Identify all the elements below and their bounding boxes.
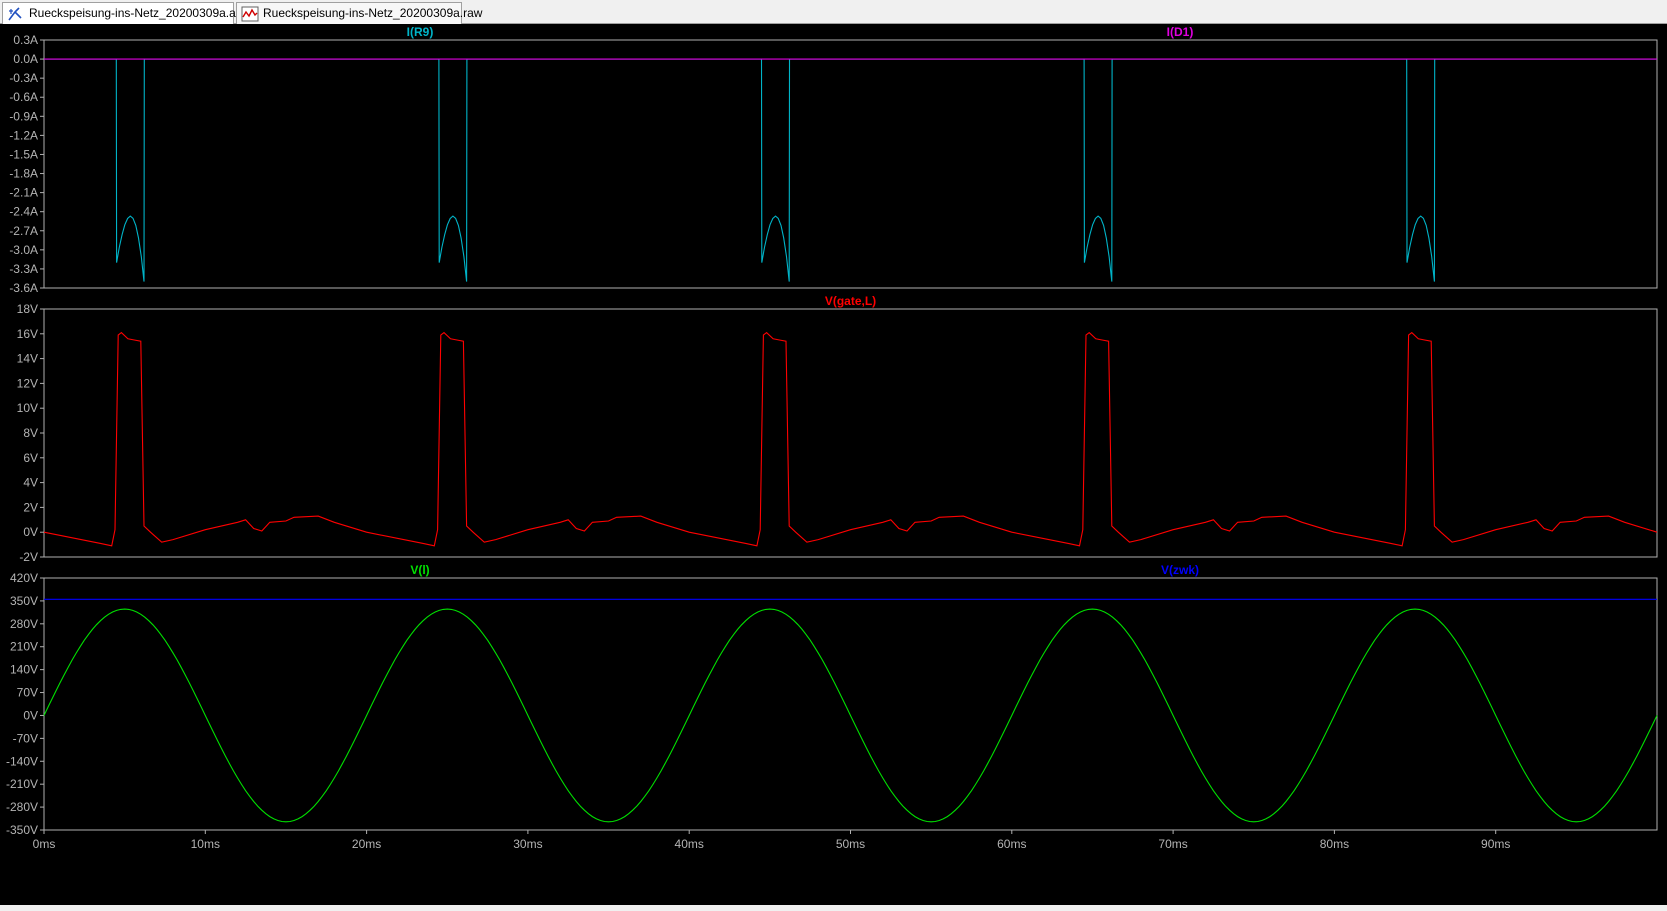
y-tick-label: 0.0A (13, 52, 38, 66)
tab-schematic-file[interactable]: Rueckspeisung-ins-Netz_20200309a.asc (2, 2, 248, 24)
x-tick-label: 70ms (1158, 837, 1187, 851)
y-tick-label: 210V (10, 640, 38, 654)
y-tick-label: -2.7A (9, 224, 38, 238)
tab-label: Rueckspeisung-ins-Netz_20200309a.asc (29, 6, 248, 20)
x-tick-label: 20ms (352, 837, 381, 851)
y-tick-label: -0.9A (9, 109, 38, 123)
y-tick-label: 4V (23, 476, 38, 490)
y-tick-label: 280V (10, 617, 38, 631)
legend-label: I(D1) (1167, 25, 1194, 39)
y-tick-label: -3.6A (9, 281, 38, 295)
plot-pane-1 (43, 39, 1658, 289)
x-tick-label: 40ms (675, 837, 704, 851)
y-tick-label: -0.3A (9, 71, 38, 85)
x-tick-label: 80ms (1320, 837, 1349, 851)
y-tick-label: 6V (23, 451, 38, 465)
y-tick-label: 12V (17, 376, 38, 390)
y-tick-label: -1.8A (9, 167, 38, 181)
legend-label: I(R9) (407, 25, 434, 39)
legend-label: V(zwk) (1161, 563, 1199, 577)
x-tick-label: 60ms (997, 837, 1026, 851)
y-tick-label: -3.0A (9, 243, 38, 257)
y-tick-label: -280V (6, 800, 38, 814)
y-tick-label: 14V (17, 352, 38, 366)
x-tick-label: 50ms (836, 837, 865, 851)
y-tick-label: -70V (13, 731, 38, 745)
y-tick-label: 10V (17, 401, 38, 415)
y-tick-label: 18V (17, 302, 38, 316)
y-tick-label: 140V (10, 663, 38, 677)
waveform-icon (241, 6, 259, 22)
x-tick-label: 30ms (513, 837, 542, 851)
y-tick-label: -1.5A (9, 147, 38, 161)
y-tick-label: -210V (6, 777, 38, 791)
y-tick-label: -140V (6, 754, 38, 768)
y-tick-label: -0.6A (9, 90, 38, 104)
y-tick-label: 16V (17, 327, 38, 341)
y-tick-label: -3.3A (9, 262, 38, 276)
y-tick-label: 8V (23, 426, 38, 440)
x-tick-label: 90ms (1481, 837, 1510, 851)
status-strip (0, 905, 1667, 911)
y-tick-label: 0V (23, 525, 38, 539)
file-tab-bar: Rueckspeisung-ins-Netz_20200309a.asc Rue… (0, 0, 1667, 24)
plot-pane-2 (43, 308, 1658, 558)
y-tick-label: -2V (19, 550, 38, 564)
x-tick-label: 0ms (33, 837, 56, 851)
y-tick-label: 0V (23, 708, 38, 722)
y-tick-label: 70V (17, 686, 38, 700)
y-tick-label: 0.3A (13, 33, 38, 47)
schematic-icon (8, 7, 22, 21)
y-tick-label: -1.2A (9, 128, 38, 142)
tab-waveform-file[interactable]: Rueckspeisung-ins-Netz_20200309a.raw (236, 2, 482, 24)
y-tick-label: -2.4A (9, 205, 38, 219)
tab-label: Rueckspeisung-ins-Netz_20200309a.raw (263, 6, 483, 20)
y-tick-label: 2V (23, 500, 38, 514)
legend-label: V(l) (410, 563, 429, 577)
y-tick-label: -350V (6, 823, 38, 837)
waveform-viewer[interactable]: 0.3A 0.0A -0.3A -0.6A -0.9A -1.2A -1.5A -1.8A -2… (0, 25, 1667, 905)
y-tick-label: -2.1A (9, 186, 38, 200)
y-tick-label: 350V (10, 594, 38, 608)
legend-label: V(gate,L) (825, 294, 876, 308)
plot-pane-3 (43, 577, 1658, 831)
x-tick-label: 10ms (191, 837, 220, 851)
y-tick-label: 420V (10, 571, 38, 585)
